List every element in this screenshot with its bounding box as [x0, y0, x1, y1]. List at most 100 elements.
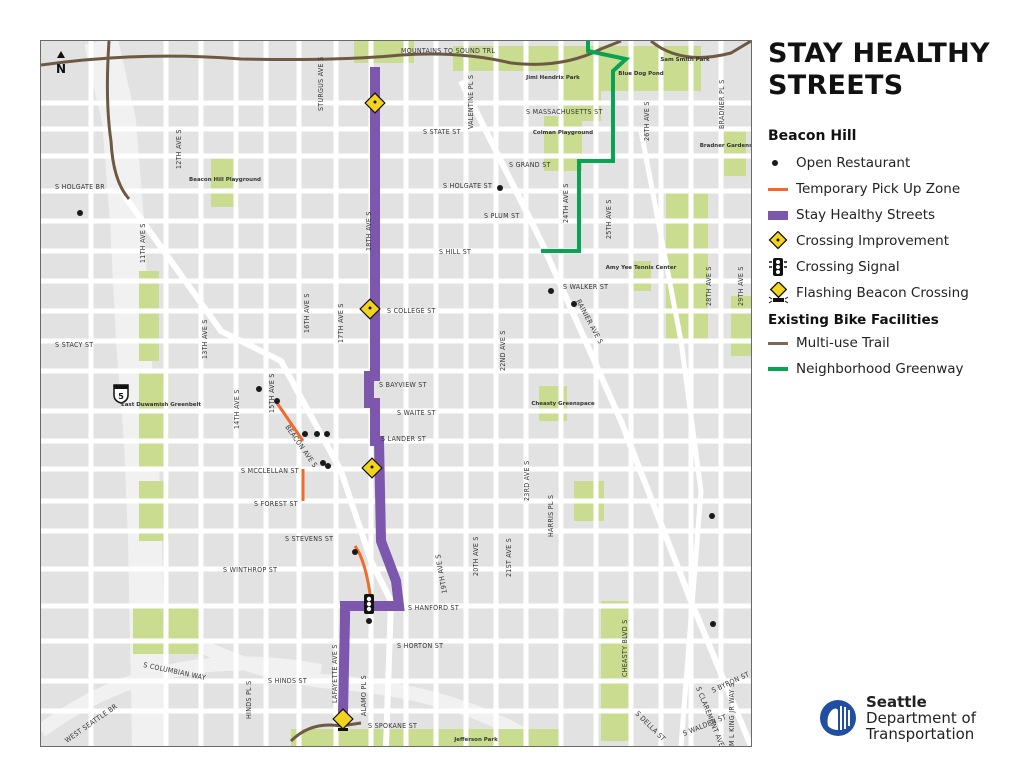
- restaurant-dot: [548, 288, 554, 294]
- map-svg: 5 N MOUNTAINS TO SOUND TRL STURGUS AVE S…: [41, 41, 751, 746]
- street-label: S HILL ST: [439, 248, 471, 256]
- street-label: S HANFORD ST: [408, 604, 459, 612]
- restaurant-dot: [709, 513, 715, 519]
- restaurant-dot: [314, 431, 320, 437]
- logo-line-3: Transportation: [866, 725, 975, 743]
- street-label: 21ST AVE S: [505, 538, 513, 577]
- street-label: S MASSACHUSETTS ST: [526, 108, 603, 116]
- legend-label: Crossing Signal: [796, 259, 900, 275]
- street-label: 26TH AVE S: [643, 101, 651, 141]
- street-label: 16TH AVE S: [303, 293, 311, 333]
- street-label: M L KING JR WAY S: [728, 683, 736, 746]
- flashing-beacon-icon: [768, 282, 796, 304]
- crossing-sign-icon: [768, 231, 796, 251]
- street-label: 20TH AVE S: [472, 536, 480, 576]
- park-label: Jimi Hendrix Park: [525, 75, 580, 81]
- street-label: BRADNER PL S: [718, 79, 726, 129]
- legend-item-stay-healthy: Stay Healthy Streets: [768, 202, 1018, 228]
- street-label: S FOREST ST: [254, 500, 298, 508]
- title-line-1: STAY HEALTHY: [768, 38, 990, 69]
- legend-label: Temporary Pick Up Zone: [796, 181, 961, 197]
- street-label: STURGUS AVE S: [317, 57, 325, 111]
- park-label: East Duwamish Greenbelt: [121, 402, 201, 408]
- street-label: S MCCLELLAN ST: [241, 467, 299, 475]
- north-arrow-icon: N: [56, 51, 66, 76]
- street-label: S STACY ST: [55, 341, 93, 349]
- legend-label: Stay Healthy Streets: [796, 207, 936, 223]
- park-label: Sam Smith Park: [660, 57, 710, 63]
- street-label: VALENTINE PL S: [467, 75, 475, 129]
- street-label: 15TH AVE S: [268, 373, 276, 413]
- legend-label: Crossing Improvement: [796, 233, 949, 249]
- street-label: 24TH AVE S: [562, 183, 570, 223]
- park-label: Jefferson Park: [453, 737, 498, 743]
- street-label: HINDS PL S: [245, 681, 253, 719]
- legend-item-multi-use-trail: Multi-use Trail: [768, 330, 1018, 356]
- legend-item-flashing-beacon: Flashing Beacon Crossing: [768, 280, 1018, 306]
- legend-item-open-restaurant: Open Restaurant: [768, 150, 1018, 176]
- street-label: MOUNTAINS TO SOUND TRL: [401, 47, 495, 55]
- purple-bar-icon: [768, 209, 796, 221]
- street-label: S STEVENS ST: [285, 535, 333, 543]
- street-label: S HOLGATE ST: [443, 182, 492, 190]
- street-label: S BAYVIEW ST: [379, 381, 427, 389]
- street-label: 17TH AVE S: [337, 303, 345, 343]
- park-label: Blue Dog Pond: [618, 71, 664, 77]
- legend-item-crossing-improvement: Crossing Improvement: [768, 228, 1018, 254]
- neighborhood-name: Beacon Hill: [768, 128, 857, 144]
- legend-item-crossing-signal: Crossing Signal: [768, 254, 1018, 280]
- street-label: 22ND AVE S: [499, 330, 507, 371]
- restaurant-dot: [352, 549, 358, 555]
- green-line-icon: [768, 363, 796, 375]
- legend-label: Multi-use Trail: [796, 335, 890, 351]
- title-line-2: STREETS: [768, 70, 904, 101]
- restaurant-dot: [77, 210, 83, 216]
- bike-facilities-heading: Existing Bike Facilities: [768, 312, 939, 328]
- map-canvas[interactable]: 5 N MOUNTAINS TO SOUND TRL STURGUS AVE S…: [40, 40, 752, 747]
- street-label: 11TH AVE S: [139, 223, 147, 263]
- park-label: Bradner Gardens Park: [700, 143, 751, 149]
- street-label: S WINTHROP ST: [223, 566, 277, 574]
- street-label: S LANDER ST: [381, 435, 426, 443]
- street-label: S HOLGATE BR: [55, 183, 105, 191]
- restaurant-dot: [325, 463, 331, 469]
- orange-line-icon: [768, 183, 796, 195]
- svg-text:N: N: [56, 62, 66, 76]
- dot-icon: [768, 157, 796, 169]
- legend-panel: STAY HEALTHY STREETS Beacon Hill Open Re…: [768, 38, 1018, 382]
- legend-label: Open Restaurant: [796, 155, 911, 171]
- street-label: HARRIS PL S: [547, 495, 555, 537]
- interstate-shield-icon: 5: [113, 384, 129, 404]
- map-title: STAY HEALTHY STREETS: [768, 38, 1018, 102]
- street-label: S WAITE ST: [397, 409, 436, 417]
- street-label: 28TH AVE S: [705, 266, 713, 306]
- street-label: 13TH AVE S: [201, 319, 209, 359]
- sdot-text: Seattle Department of Transportation: [866, 694, 976, 742]
- street-label: 29TH AVE S: [737, 266, 745, 306]
- park-label: Colman Playground: [533, 130, 593, 136]
- street-label: S SPOKANE ST: [368, 722, 417, 730]
- street-label: S GRAND ST: [509, 161, 551, 169]
- crossing-improvement-icon: [364, 92, 386, 114]
- restaurant-dot: [366, 618, 372, 624]
- legend-label: Neighborhood Greenway: [796, 361, 964, 377]
- park-strip: [139, 271, 159, 361]
- crossing-signal-icon: [364, 594, 374, 614]
- street-label: 14TH AVE S: [233, 389, 241, 429]
- restaurant-dot: [320, 460, 326, 466]
- park-jefferson: [291, 729, 561, 746]
- restaurant-dot: [302, 431, 308, 437]
- street-label: 23RD AVE S: [523, 461, 531, 501]
- street-label: ALAMO PL S: [360, 675, 368, 716]
- street-label: S COLLEGE ST: [387, 307, 436, 315]
- street-label: 25TH AVE S: [605, 199, 613, 239]
- park-label: Cheasty Greenspace: [531, 401, 595, 407]
- street-label: S HORTON ST: [397, 642, 443, 650]
- seattle-seal-icon: [820, 700, 856, 736]
- street-label: 12TH AVE S: [175, 129, 183, 169]
- restaurant-dot: [497, 185, 503, 191]
- restaurant-dot: [710, 621, 716, 627]
- restaurant-dot: [256, 386, 262, 392]
- legend-item-pickup-zone: Temporary Pick Up Zone: [768, 176, 1018, 202]
- legend-item-neighborhood-greenway: Neighborhood Greenway: [768, 356, 1018, 382]
